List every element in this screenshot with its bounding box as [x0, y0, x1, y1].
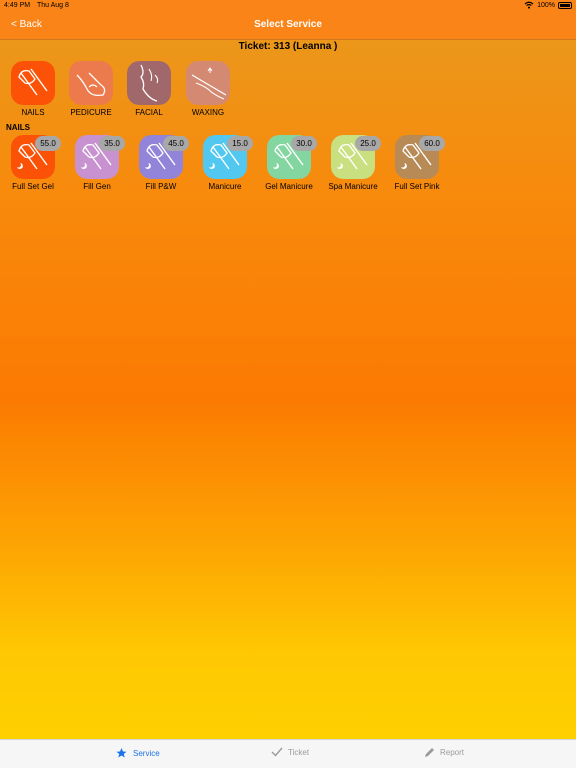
- section-title: NAILS: [6, 123, 30, 132]
- nail-icon: [11, 61, 55, 105]
- price-badge: 35.0: [99, 136, 125, 151]
- checkmark-icon: [271, 747, 283, 757]
- tab-ticket[interactable]: Ticket: [271, 747, 309, 757]
- price-badge: 15.0: [227, 136, 253, 151]
- category-tile-facial[interactable]: [127, 61, 171, 105]
- price-badge: 45.0: [163, 136, 189, 151]
- service-label[interactable]: Fill P&W: [129, 182, 193, 191]
- face-icon: [127, 61, 171, 105]
- status-date: Thu Aug 8: [37, 2, 69, 9]
- tab-label: Service: [133, 748, 160, 758]
- nav-bar: < Back Select Service: [0, 12, 576, 40]
- service-label[interactable]: Fill Gen: [65, 182, 129, 191]
- category-tile-nails[interactable]: [11, 61, 55, 105]
- tab-service[interactable]: Service: [115, 747, 160, 759]
- price-badge: 25.0: [355, 136, 381, 151]
- category-tile-waxing[interactable]: [186, 61, 230, 105]
- page-title: Select Service: [254, 19, 322, 30]
- category-label[interactable]: FACIAL: [117, 108, 181, 117]
- category-label[interactable]: NAILS: [1, 108, 65, 117]
- wifi-icon: [524, 1, 534, 9]
- status-time: 4:49 PM: [4, 2, 31, 9]
- tab-label: Ticket: [288, 747, 310, 757]
- tab-report[interactable]: Report: [424, 747, 464, 758]
- battery-percent: 100%: [537, 1, 555, 9]
- category-label[interactable]: WAXING: [176, 108, 240, 117]
- service-label[interactable]: Manicure: [193, 182, 257, 191]
- leg-icon: [186, 61, 230, 105]
- category-label[interactable]: PEDICURE: [59, 108, 123, 117]
- ticket-label: Ticket: 313 (Leanna ): [238, 41, 338, 52]
- tab-label: Report: [440, 748, 465, 757]
- service-label[interactable]: Full Set Pink: [385, 182, 449, 191]
- service-label[interactable]: Gel Manicure: [257, 182, 321, 191]
- service-label[interactable]: Full Set Gel: [1, 182, 65, 191]
- price-badge: 60.0: [419, 136, 445, 151]
- foot-icon: [69, 61, 113, 105]
- status-right: 100%: [524, 1, 572, 9]
- service-label[interactable]: Spa Manicure: [321, 182, 385, 191]
- pencil-icon: [425, 748, 434, 757]
- status-bar: 4:49 PM Thu Aug 8 100%: [0, 0, 576, 12]
- category-tile-pedicure[interactable]: [69, 61, 113, 105]
- price-badge: 55.0: [35, 136, 61, 151]
- price-badge: 30.0: [291, 136, 317, 151]
- star-icon: [116, 748, 127, 758]
- battery-icon: [558, 1, 572, 9]
- tab-bar: Service Ticket Report: [0, 739, 576, 768]
